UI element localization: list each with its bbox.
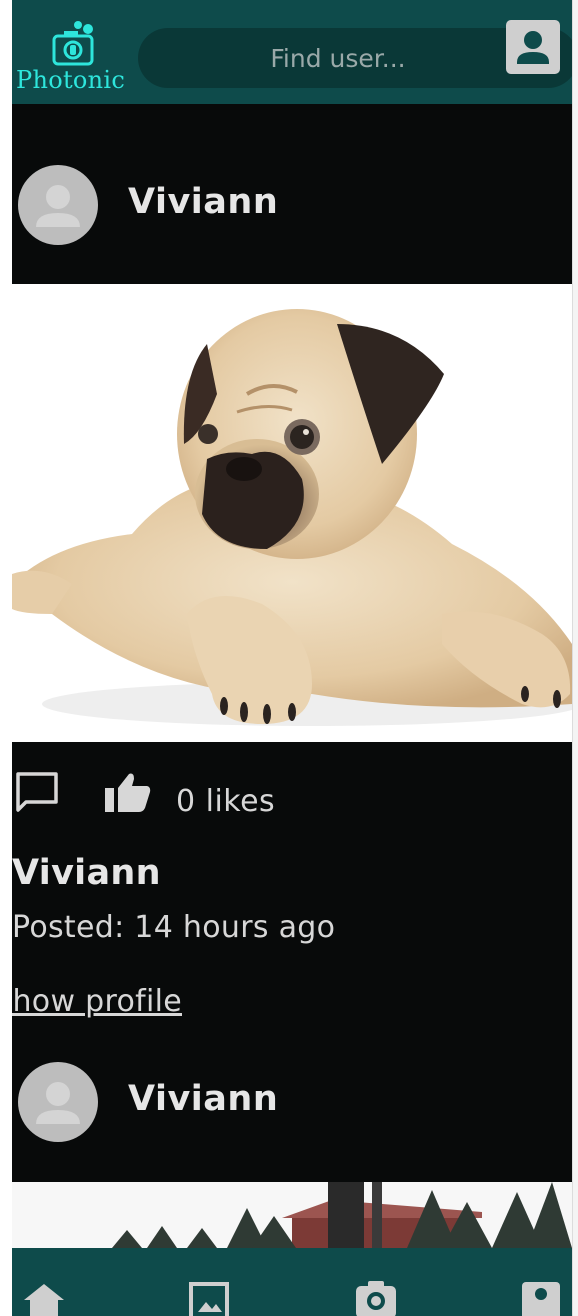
avatar[interactable]	[18, 165, 98, 245]
post-actions: 0 likes	[12, 760, 572, 830]
app-frame: Photonic Viviann	[12, 0, 572, 1316]
post-username[interactable]: Viviann	[128, 1079, 278, 1119]
post-header: Viviann	[12, 160, 572, 250]
post-photo[interactable]	[12, 284, 572, 742]
top-header: Photonic	[12, 0, 572, 104]
home-icon[interactable]	[22, 1278, 66, 1316]
likes-count: 0 likes	[176, 784, 276, 819]
camera-icon[interactable]	[354, 1278, 398, 1316]
gallery-icon[interactable]	[188, 1278, 232, 1316]
person-placeholder-icon	[36, 1082, 80, 1124]
thumb-up-icon[interactable]	[104, 770, 152, 816]
person-placeholder-icon	[36, 185, 80, 227]
avatar[interactable]	[18, 1062, 98, 1142]
post-photo[interactable]	[12, 1182, 572, 1248]
profile-icon[interactable]	[520, 1278, 564, 1316]
show-profile-link[interactable]: Show profile	[12, 984, 182, 1019]
window-scrollbar[interactable]	[572, 0, 578, 1316]
post-timestamp: Posted: 14 hours ago	[12, 910, 336, 945]
bottom-navigation	[12, 1248, 572, 1316]
landscape-photo	[12, 1182, 572, 1248]
account-box-icon[interactable]	[506, 20, 560, 74]
comment-icon[interactable]	[14, 770, 60, 816]
show-profile-wrap: Show profile	[12, 984, 312, 1026]
post-author[interactable]: Viviann	[12, 853, 161, 893]
post-username[interactable]: Viviann	[128, 182, 278, 222]
brand-name[interactable]: Photonic	[16, 66, 125, 94]
post-header: Viviann	[12, 1057, 572, 1147]
pug-photo	[12, 284, 572, 742]
camera-logo-icon[interactable]	[52, 20, 96, 66]
